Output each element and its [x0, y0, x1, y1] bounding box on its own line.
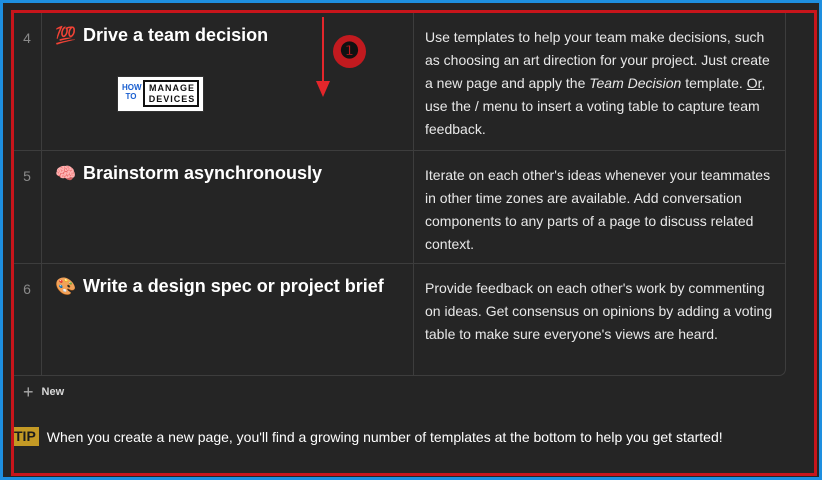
row-number: 5	[23, 168, 31, 184]
artist-palette-icon: 🎨	[55, 276, 77, 297]
new-row-label: New	[41, 386, 65, 398]
row-title-cell[interactable]: 🎨 Write a design spec or project brief	[55, 276, 384, 297]
new-row-button[interactable]: + New	[23, 383, 64, 401]
tip-text: When you create a new page, you'll find …	[46, 428, 723, 445]
underlined-text: Or	[746, 75, 762, 91]
template-name: Team Decision	[589, 75, 682, 91]
table-row[interactable]: 5 🧠 Brainstorm asynchronously Iterate on…	[13, 151, 786, 264]
row-number: 4	[23, 30, 31, 46]
row-number: 6	[23, 281, 31, 297]
row-title[interactable]: Write a design spec or project brief	[83, 276, 384, 297]
arrow-down-icon	[316, 81, 330, 97]
watermark-logo: HOW TO MANAGE DEVICES	[117, 76, 204, 112]
table-row[interactable]: 6 🎨 Write a design spec or project brief…	[13, 264, 786, 376]
column-divider	[41, 264, 42, 376]
tip-badge: TIP	[11, 427, 39, 446]
notion-page: 4 💯 Drive a team decision Use templates …	[3, 3, 819, 477]
column-divider	[413, 151, 414, 263]
hundred-points-icon: 💯	[55, 25, 77, 46]
row-title-cell[interactable]: 🧠 Brainstorm asynchronously	[55, 163, 322, 184]
column-divider	[41, 151, 42, 263]
brain-icon: 🧠	[55, 163, 77, 184]
tip-callout: TIP When you create a new page, you'll f…	[11, 427, 723, 446]
row-description[interactable]: Iterate on each other's ideas whenever y…	[425, 164, 779, 256]
row-description[interactable]: Provide feedback on each other's work by…	[425, 277, 779, 346]
row-title[interactable]: Drive a team decision	[83, 25, 268, 46]
row-title[interactable]: Brainstorm asynchronously	[83, 163, 322, 184]
annotation-arrow	[322, 17, 324, 83]
column-divider	[41, 13, 42, 150]
plus-icon: +	[23, 382, 34, 402]
column-divider	[413, 13, 414, 150]
column-divider	[413, 264, 414, 376]
row-title-cell[interactable]: 💯 Drive a team decision	[55, 25, 268, 46]
callout-number-badge: ❶	[333, 35, 366, 68]
row-description[interactable]: Use templates to help your team make dec…	[425, 26, 779, 141]
